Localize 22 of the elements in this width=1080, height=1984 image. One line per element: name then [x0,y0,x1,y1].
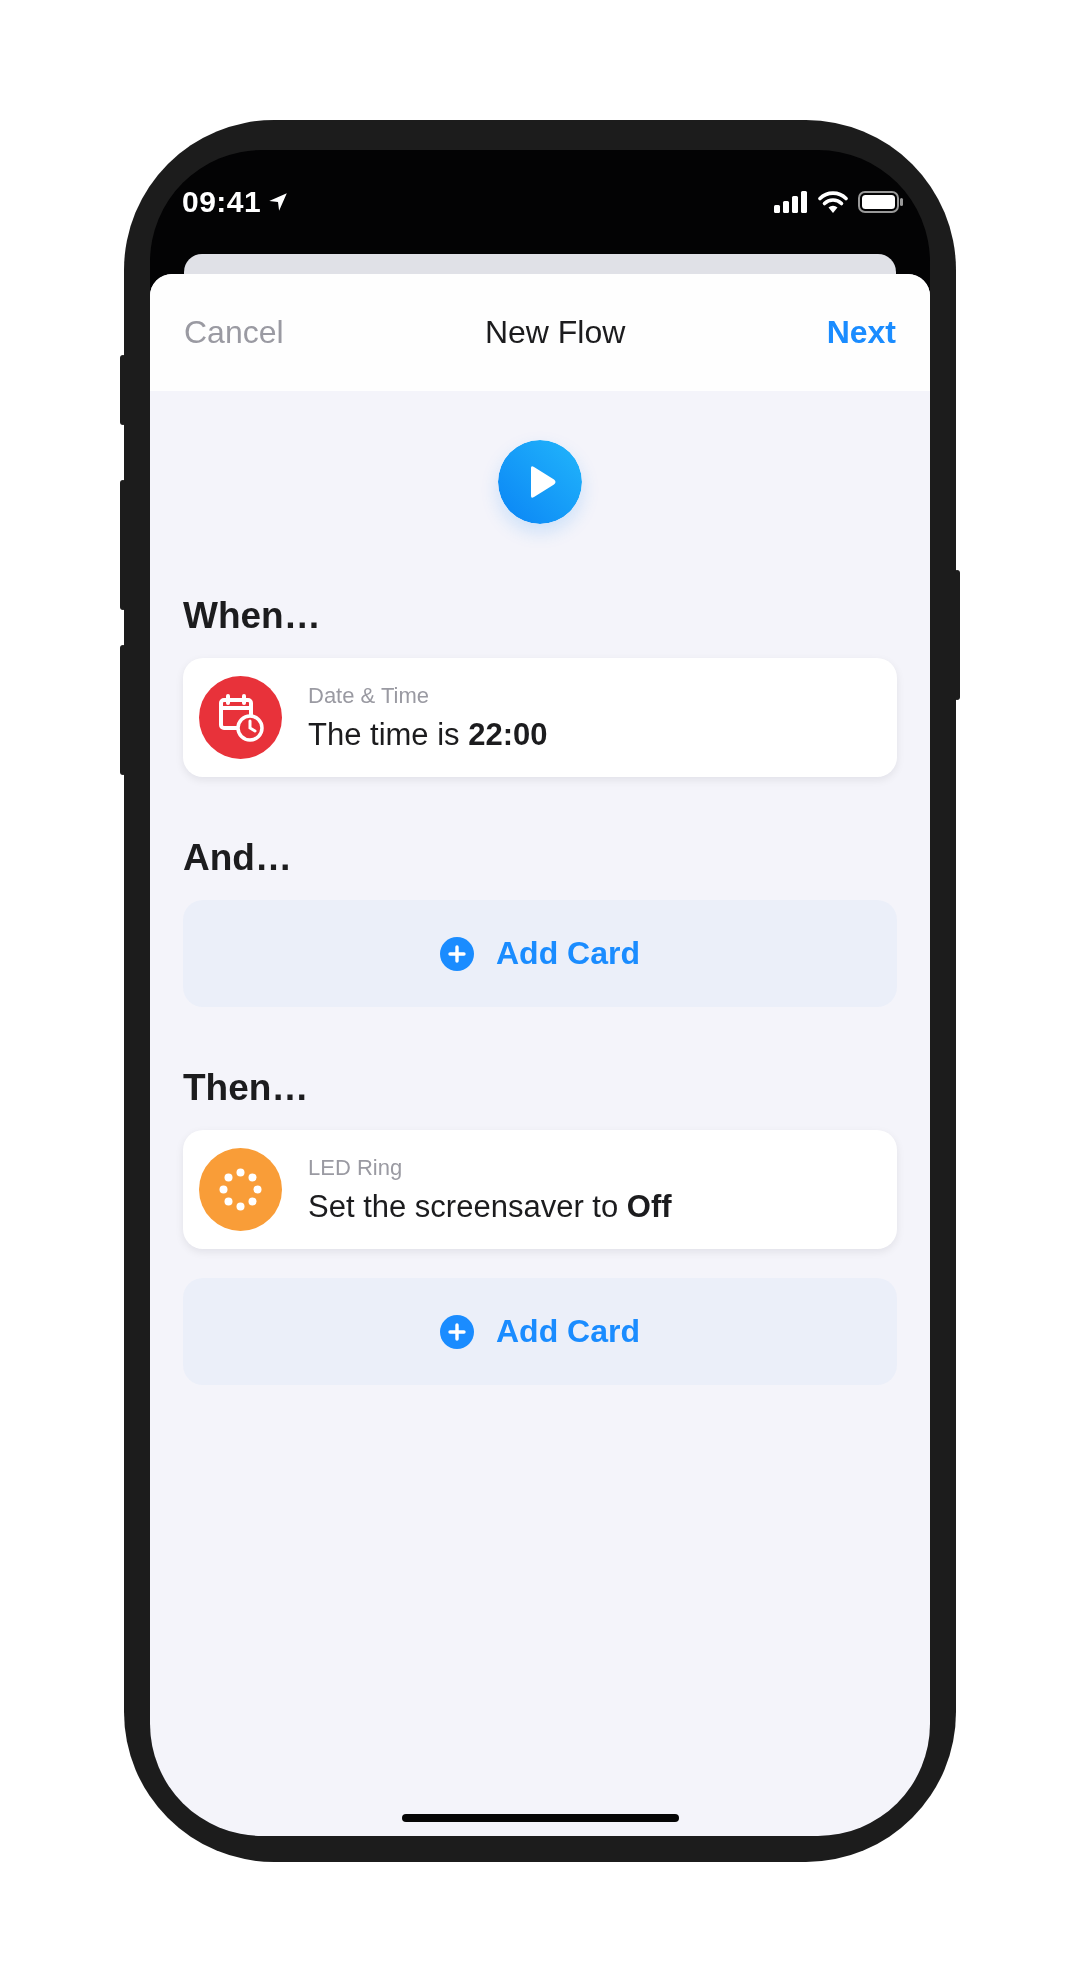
next-button[interactable]: Next [826,314,896,351]
section-heading: And… [183,836,293,880]
plus-circle-icon [440,1314,474,1349]
play-button[interactable] [498,440,582,524]
add-card-button[interactable]: Add Card [183,900,897,1007]
battery-icon [858,191,904,213]
flow-card[interactable]: Date & Time The time is 22:00 [183,658,897,777]
section-heading: Then… [183,1066,310,1110]
add-card-button[interactable]: Add Card [183,1278,897,1385]
status-time: 09:41 [182,185,262,219]
card-category: LED Ring [308,1154,404,1181]
card-category: Date & Time [308,682,431,709]
plus-circle-icon [440,936,474,971]
location-arrow-icon [267,191,290,213]
signal-icon [774,191,808,213]
screen-title: New Flow [484,314,626,351]
flow-card[interactable]: LED Ring Set the screensaver to Off [183,1130,897,1249]
card-description: The time is 22:00 [308,716,548,753]
card-description: Set the screensaver to Off [308,1188,672,1225]
cancel-button[interactable]: Cancel [184,314,284,351]
wifi-icon [818,191,848,213]
section-heading: When… [183,594,322,638]
